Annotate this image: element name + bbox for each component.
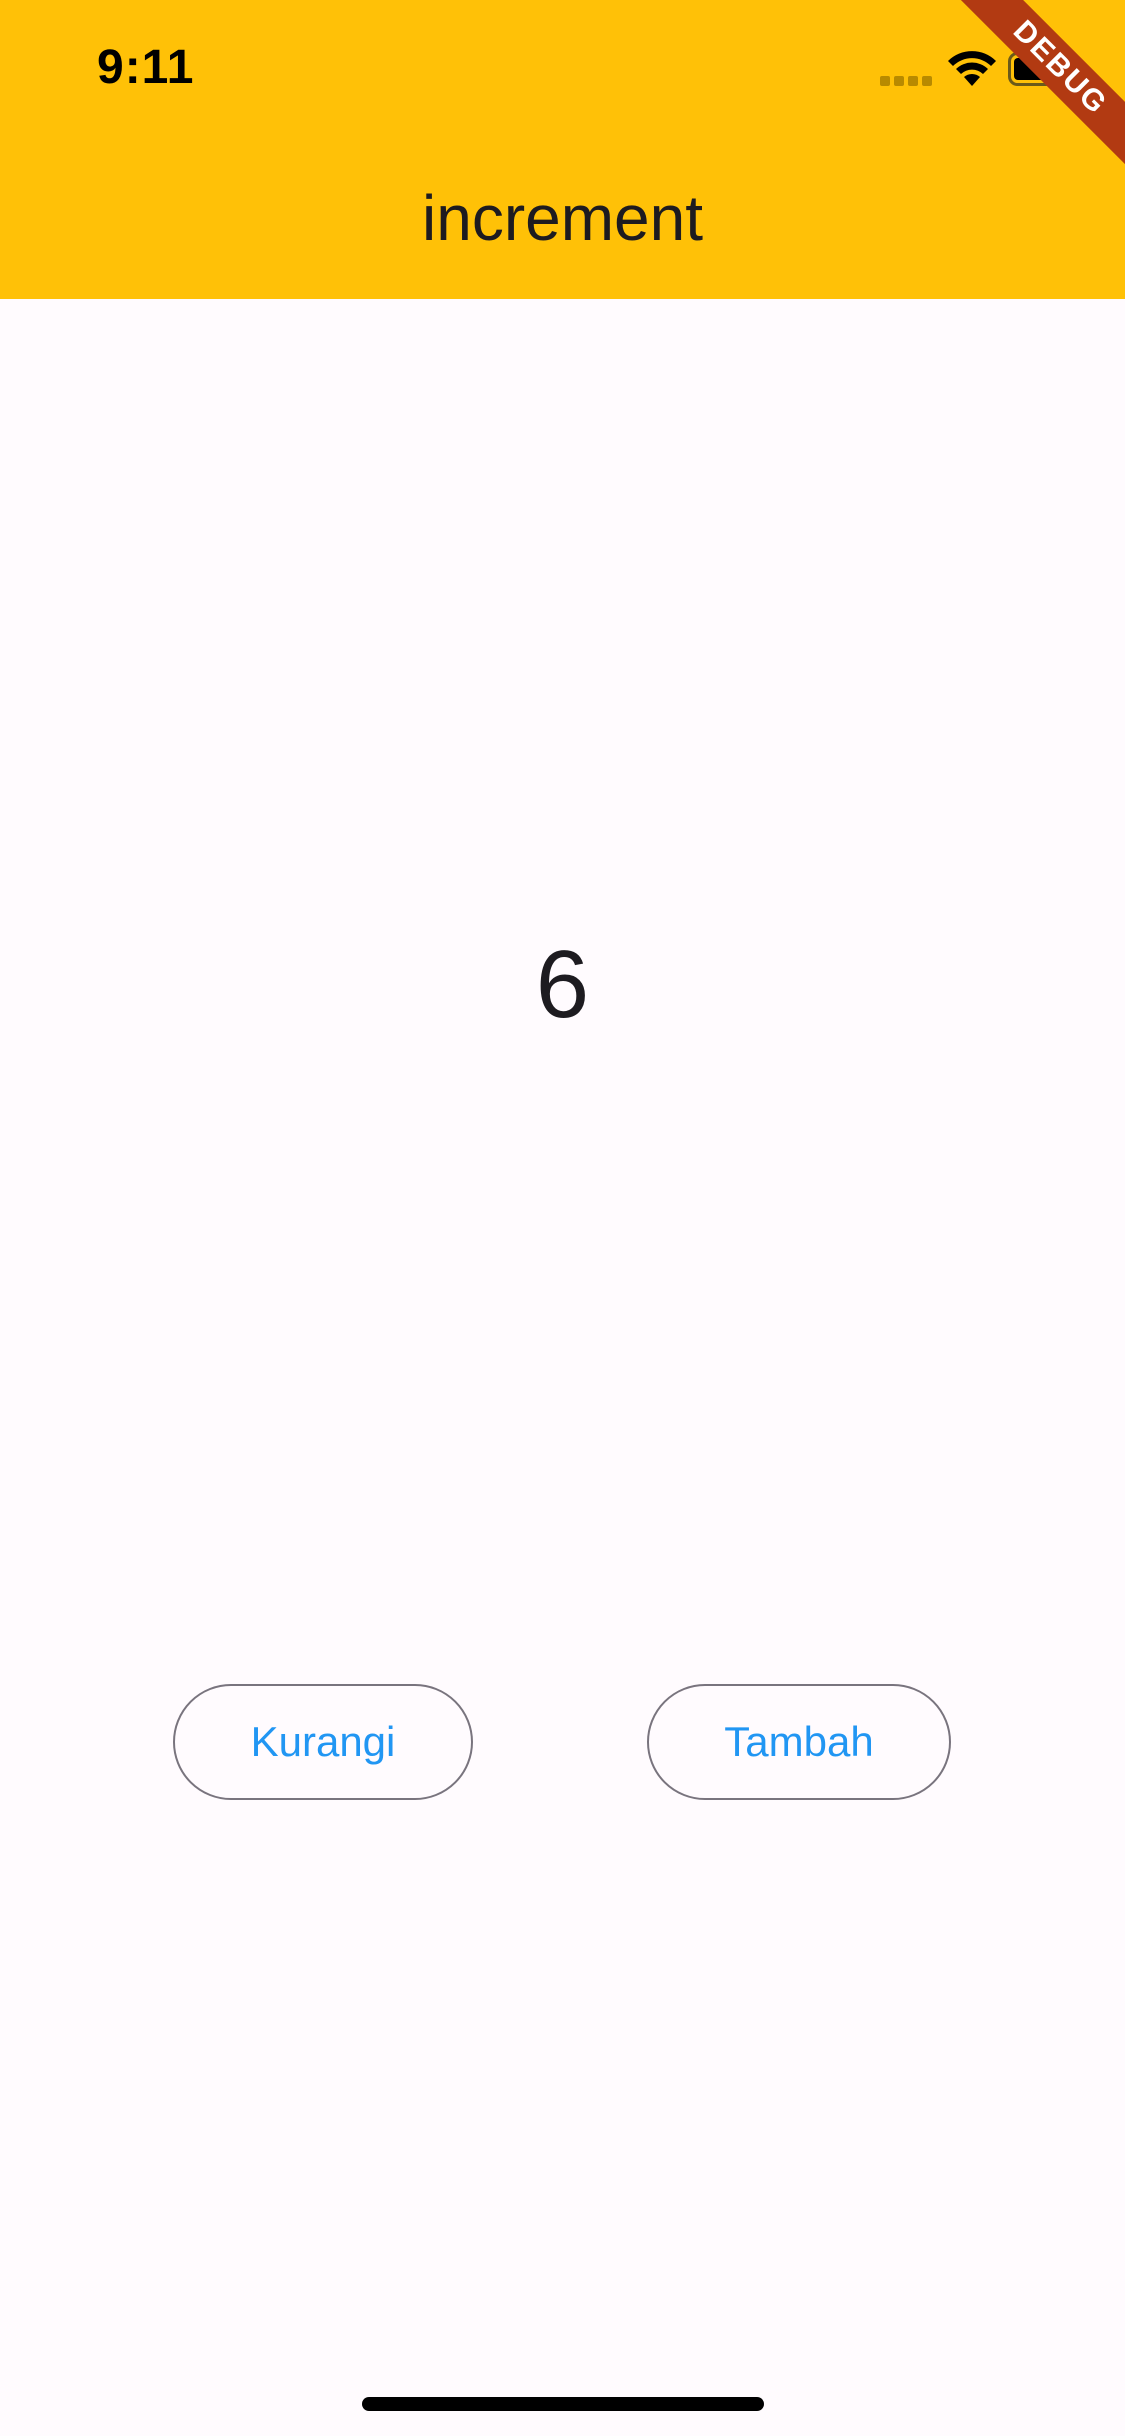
battery-icon	[1008, 52, 1075, 86]
decrement-button[interactable]: Kurangi	[173, 1684, 473, 1800]
home-indicator[interactable]	[362, 2397, 764, 2411]
status-bar-time: 9:11	[97, 41, 195, 94]
increment-button[interactable]: Tambah	[647, 1684, 951, 1800]
app-screen: 9:11 increment DEBUG 6 Kurangi Tambah	[0, 0, 1125, 2436]
app-bar: 9:11 increment	[0, 0, 1125, 299]
wifi-icon	[948, 51, 996, 86]
page-title: increment	[422, 182, 703, 254]
cellular-signal-icon	[880, 76, 934, 86]
counter-value: 6	[535, 931, 590, 1038]
